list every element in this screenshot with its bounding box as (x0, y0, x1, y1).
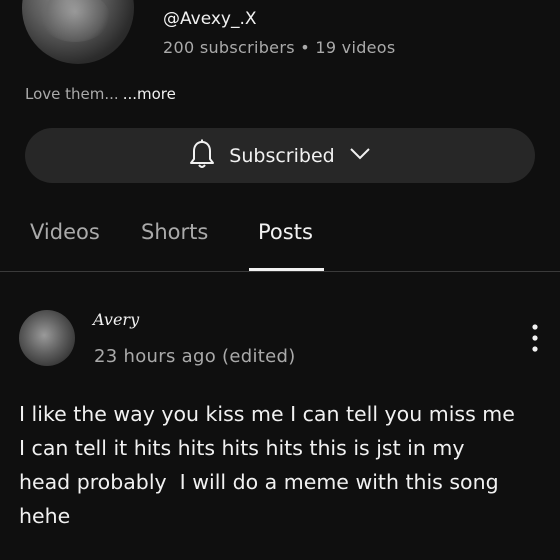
channel-tabs: Videos Shorts Posts (0, 205, 560, 272)
description-text: Love them... (25, 85, 119, 103)
post-author-name[interactable]: Avery (93, 310, 139, 329)
more-vert-icon[interactable] (526, 322, 544, 354)
tab-videos[interactable]: Videos (30, 220, 100, 244)
post-timestamp: 23 hours ago (edited) (94, 346, 296, 367)
post-body: I like the way you kiss me I can tell yo… (19, 402, 515, 528)
active-tab-indicator (249, 268, 324, 271)
tab-shorts[interactable]: Shorts (141, 220, 208, 244)
more-link[interactable]: ...more (123, 85, 176, 103)
subscribed-label: Subscribed (229, 144, 335, 167)
channel-handle: @Avexy_.X (163, 9, 257, 29)
post-author-avatar[interactable] (19, 310, 75, 366)
tab-posts[interactable]: Posts (258, 220, 313, 244)
channel-avatar[interactable] (22, 0, 134, 64)
channel-stats: 200 subscribers • 19 videos (163, 38, 396, 57)
subscribed-button[interactable]: Subscribed (25, 128, 535, 183)
channel-description[interactable]: Love them... ...more (25, 85, 176, 103)
bell-icon (189, 139, 215, 173)
chevron-down-icon (349, 146, 371, 165)
